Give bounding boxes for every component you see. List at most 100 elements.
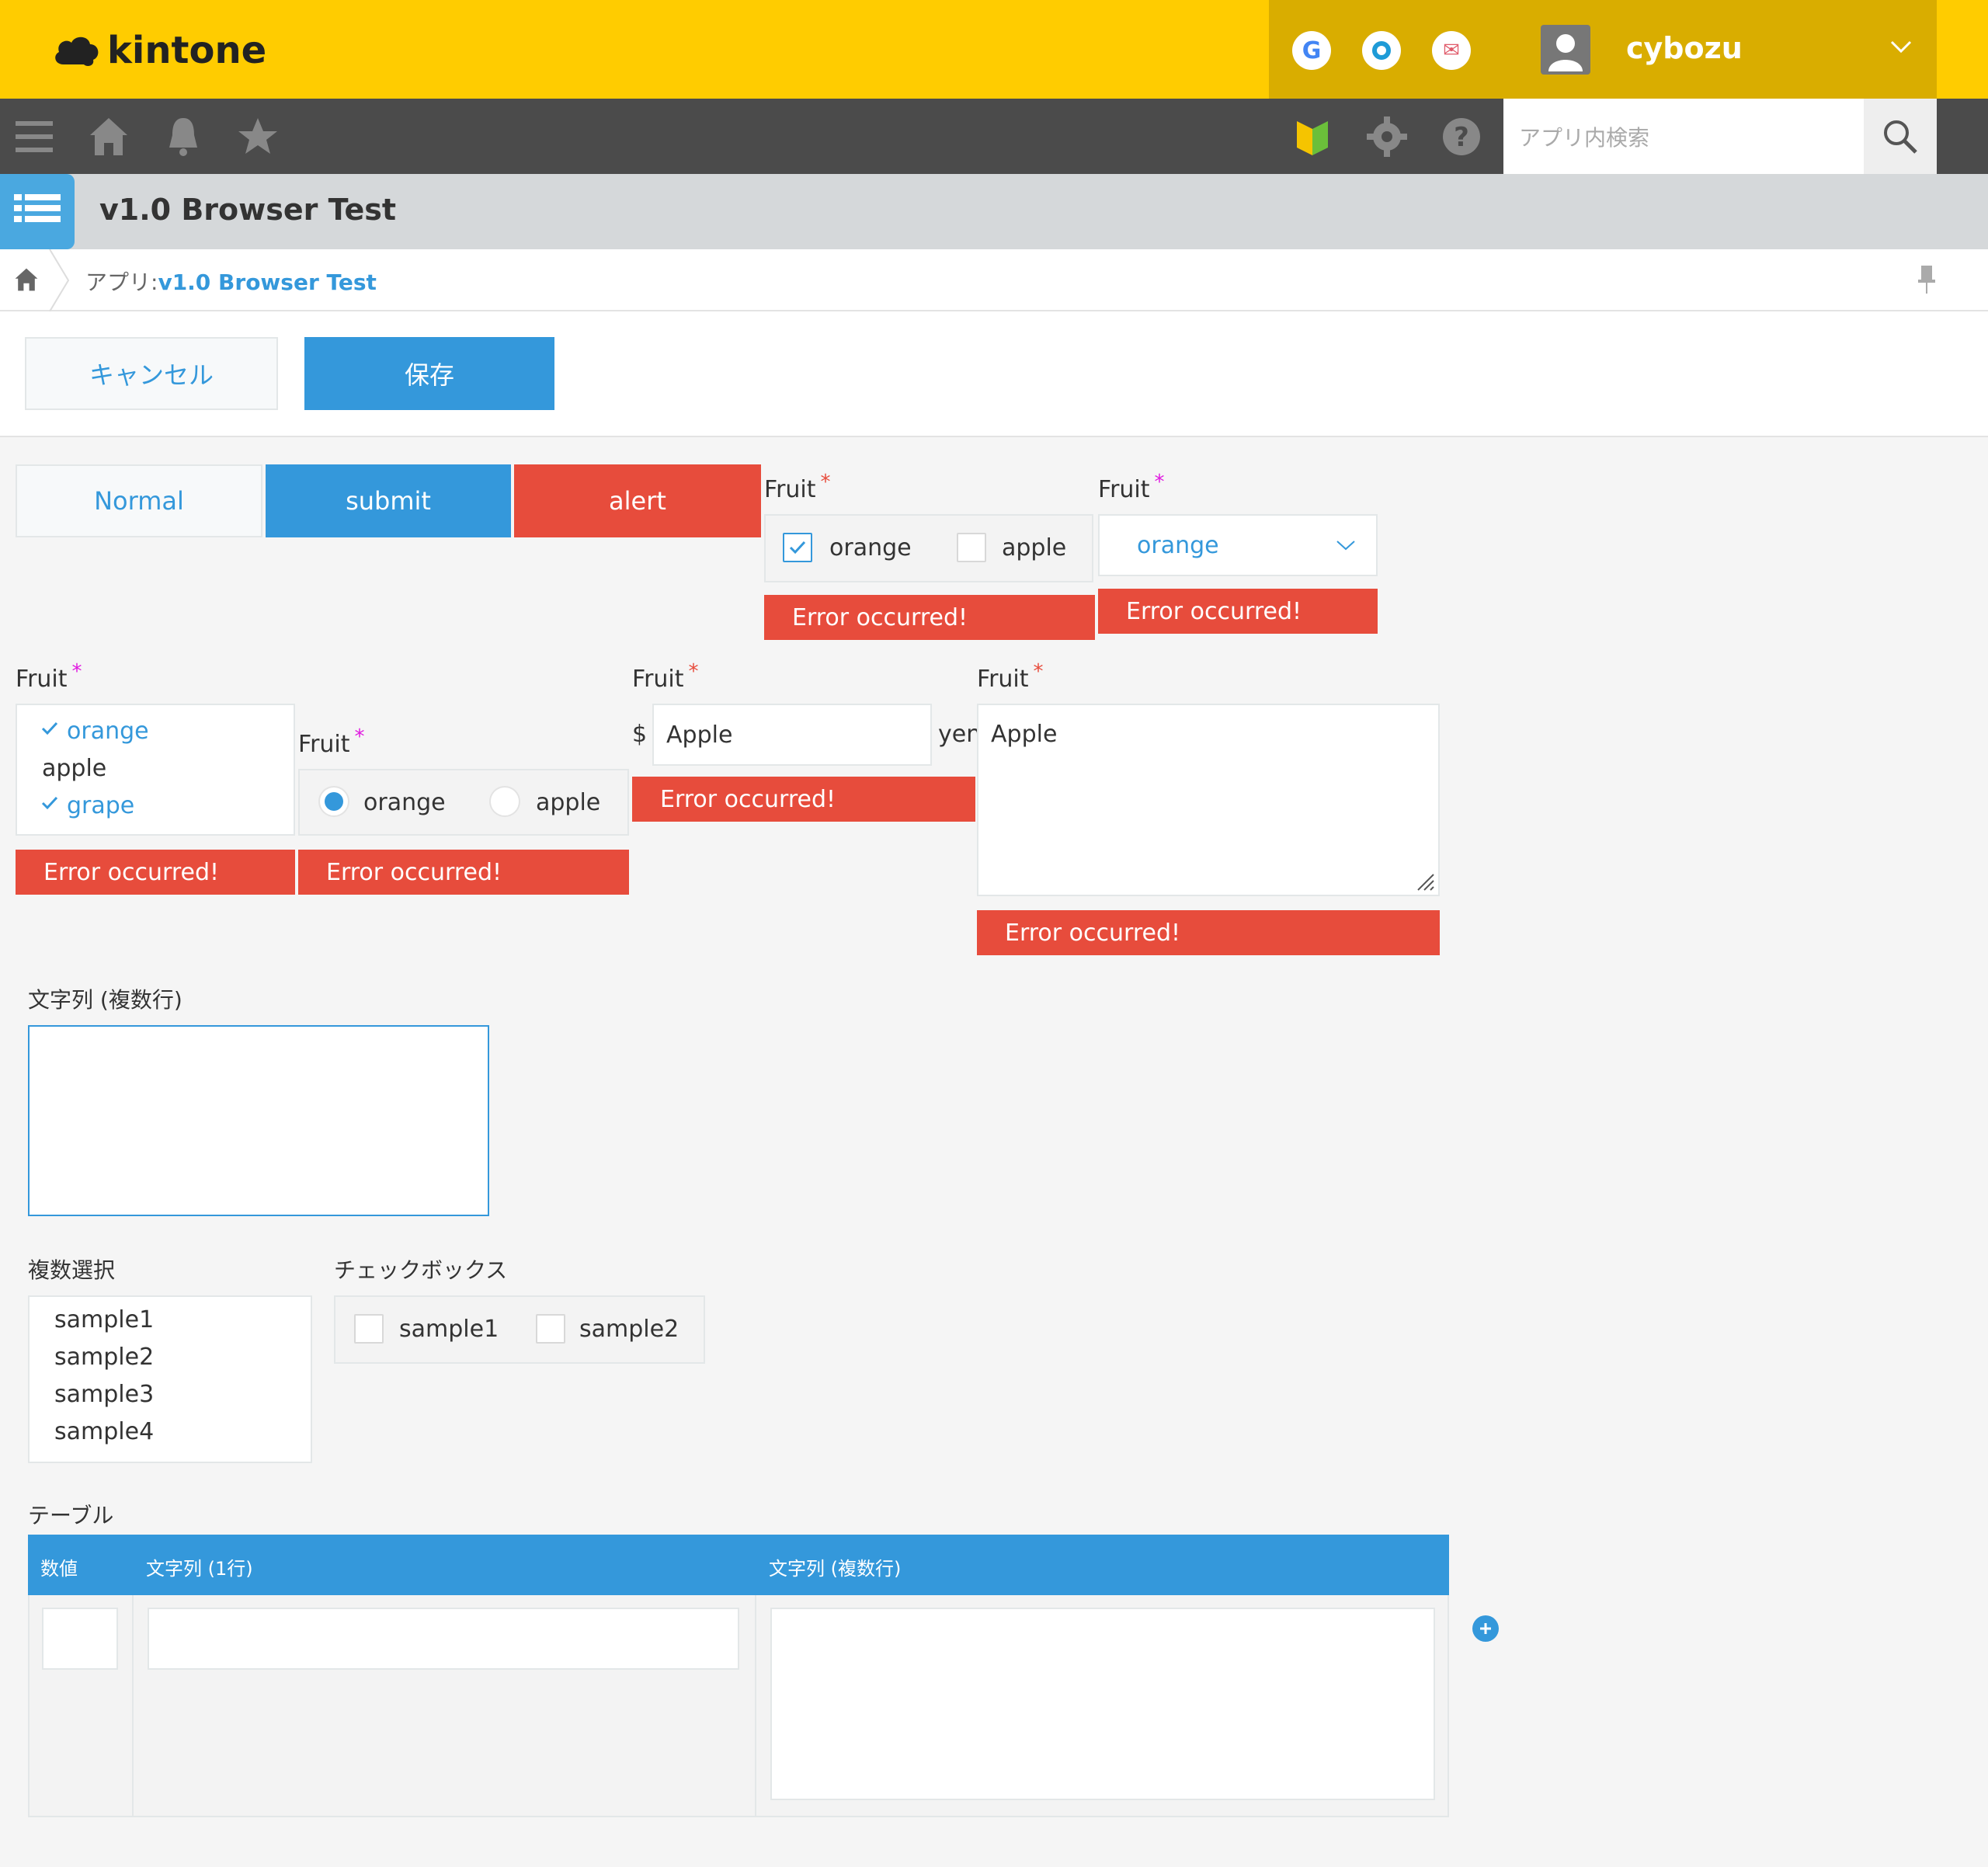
- currency-prefix: $: [632, 721, 648, 748]
- currency-input[interactable]: Apple: [652, 704, 932, 766]
- field-label: Fruit *: [1098, 471, 1165, 503]
- field-label: 文字列 (複数行): [28, 987, 182, 1013]
- google-app-icon[interactable]: G: [1292, 31, 1331, 70]
- required-mark: *: [1033, 660, 1044, 683]
- svg-text:?: ?: [1454, 122, 1469, 153]
- field-label: Fruit *: [298, 725, 365, 758]
- mail-app-icon[interactable]: ✉: [1432, 31, 1471, 70]
- number-input[interactable]: [42, 1608, 118, 1670]
- error-message: Error occurred!: [16, 850, 295, 895]
- search-icon: [1884, 120, 1917, 154]
- multiselect-option[interactable]: apple: [42, 755, 106, 782]
- checkbox-sample1[interactable]: [354, 1314, 384, 1344]
- error-message: Error occurred!: [977, 910, 1440, 955]
- multichoice-list[interactable]: sample1 sample2 sample3 sample4: [28, 1295, 312, 1463]
- alert-button[interactable]: alert: [514, 464, 761, 537]
- breadcrumb-app-link[interactable]: v1.0 Browser Test: [158, 269, 377, 295]
- submit-button[interactable]: submit: [266, 464, 511, 537]
- breadcrumb-separator: [49, 249, 70, 311]
- checkbox-label: apple: [1002, 534, 1067, 561]
- star-icon[interactable]: [235, 113, 281, 160]
- field-label: Fruit *: [632, 660, 699, 693]
- required-mark: *: [71, 660, 82, 683]
- beginner-icon[interactable]: [1289, 113, 1336, 160]
- column-divider: [755, 1595, 756, 1817]
- checkbox-label: sample2: [579, 1316, 679, 1343]
- kintone-logo[interactable]: kintone: [53, 23, 266, 78]
- logo-text: kintone: [107, 29, 267, 72]
- multiline-textarea[interactable]: [28, 1025, 489, 1216]
- radio-label: apple: [536, 789, 601, 816]
- menu-icon[interactable]: [11, 113, 57, 160]
- breadcrumb-app: アプリ:v1.0 Browser Test: [85, 266, 377, 297]
- checkbox-sample2[interactable]: [536, 1314, 565, 1344]
- checkbox-label: sample1: [399, 1316, 499, 1343]
- field-label: Fruit *: [977, 660, 1044, 693]
- save-button[interactable]: 保存: [304, 337, 554, 410]
- normal-button[interactable]: Normal: [16, 464, 262, 537]
- search-input[interactable]: アプリ内検索: [1503, 99, 1864, 174]
- multichoice-option[interactable]: sample2: [54, 1344, 286, 1381]
- avatar[interactable]: [1541, 25, 1590, 75]
- cloud-icon: [55, 37, 99, 66]
- multichoice-option[interactable]: sample3: [54, 1381, 286, 1418]
- outlook-app-icon[interactable]: [1362, 31, 1401, 70]
- checkbox-apple[interactable]: [957, 533, 986, 562]
- list-icon: [14, 193, 61, 222]
- checkbox-label: orange: [829, 534, 912, 561]
- fruit-dropdown[interactable]: orange: [1098, 514, 1378, 576]
- resize-handle-icon[interactable]: [1415, 871, 1435, 892]
- chevron-down-icon[interactable]: [1885, 31, 1917, 62]
- plus-icon: [1480, 1623, 1491, 1634]
- table-row: [28, 1595, 1449, 1817]
- page-title: v1.0 Browser Test: [99, 193, 397, 227]
- multichoice-option[interactable]: sample1: [54, 1306, 286, 1344]
- fruit-textarea[interactable]: Apple: [977, 704, 1440, 896]
- multiline-input[interactable]: [770, 1608, 1435, 1800]
- error-message: Error occurred!: [632, 777, 975, 822]
- check-icon: [789, 541, 806, 555]
- bell-icon[interactable]: [160, 113, 207, 160]
- column-header: 数値: [40, 1558, 78, 1580]
- text-input[interactable]: [148, 1608, 739, 1670]
- textarea-value: Apple: [991, 721, 1058, 748]
- chevron-down-icon: [1336, 541, 1355, 551]
- help-icon[interactable]: ?: [1438, 113, 1485, 160]
- search-button[interactable]: [1864, 99, 1937, 174]
- home-icon[interactable]: [85, 113, 132, 160]
- action-bar: [0, 311, 1988, 437]
- gear-icon[interactable]: [1364, 113, 1410, 160]
- dropdown-value: orange: [1137, 531, 1219, 559]
- user-icon: [1548, 34, 1583, 71]
- username[interactable]: cybozu: [1626, 31, 1743, 65]
- checkbox-orange[interactable]: [783, 533, 812, 562]
- error-message: Error occurred!: [764, 595, 1095, 640]
- currency-suffix: yen: [938, 721, 982, 748]
- field-label: 複数選択: [28, 1257, 116, 1283]
- app-icon[interactable]: [0, 174, 75, 249]
- field-label: チェックボックス: [334, 1257, 508, 1283]
- required-mark: *: [820, 471, 831, 494]
- required-mark: *: [688, 660, 699, 683]
- cancel-button[interactable]: キャンセル: [25, 337, 278, 410]
- multichoice-option[interactable]: sample4: [54, 1418, 286, 1455]
- radio-apple[interactable]: [489, 786, 520, 817]
- column-header: 文字列 (1行): [146, 1558, 253, 1580]
- multiselect-option[interactable]: grape: [67, 792, 134, 819]
- check-icon: [41, 796, 58, 810]
- multiselect-option[interactable]: orange: [67, 718, 149, 745]
- field-label: テーブル: [28, 1503, 114, 1528]
- check-icon: [41, 721, 58, 735]
- table-header: 数値 文字列 (1行) 文字列 (複数行): [28, 1535, 1449, 1595]
- column-header: 文字列 (複数行): [769, 1558, 902, 1580]
- add-row-button[interactable]: [1472, 1615, 1499, 1642]
- error-message: Error occurred!: [298, 850, 629, 895]
- column-divider: [132, 1595, 134, 1817]
- pin-icon[interactable]: [1913, 264, 1940, 295]
- input-value: Apple: [666, 721, 733, 749]
- error-message: Error occurred!: [1098, 589, 1378, 634]
- home-icon[interactable]: [12, 266, 40, 294]
- field-label: Fruit *: [764, 471, 831, 503]
- radio-orange[interactable]: [318, 786, 349, 817]
- breadcrumb-prefix: アプリ:: [85, 269, 158, 295]
